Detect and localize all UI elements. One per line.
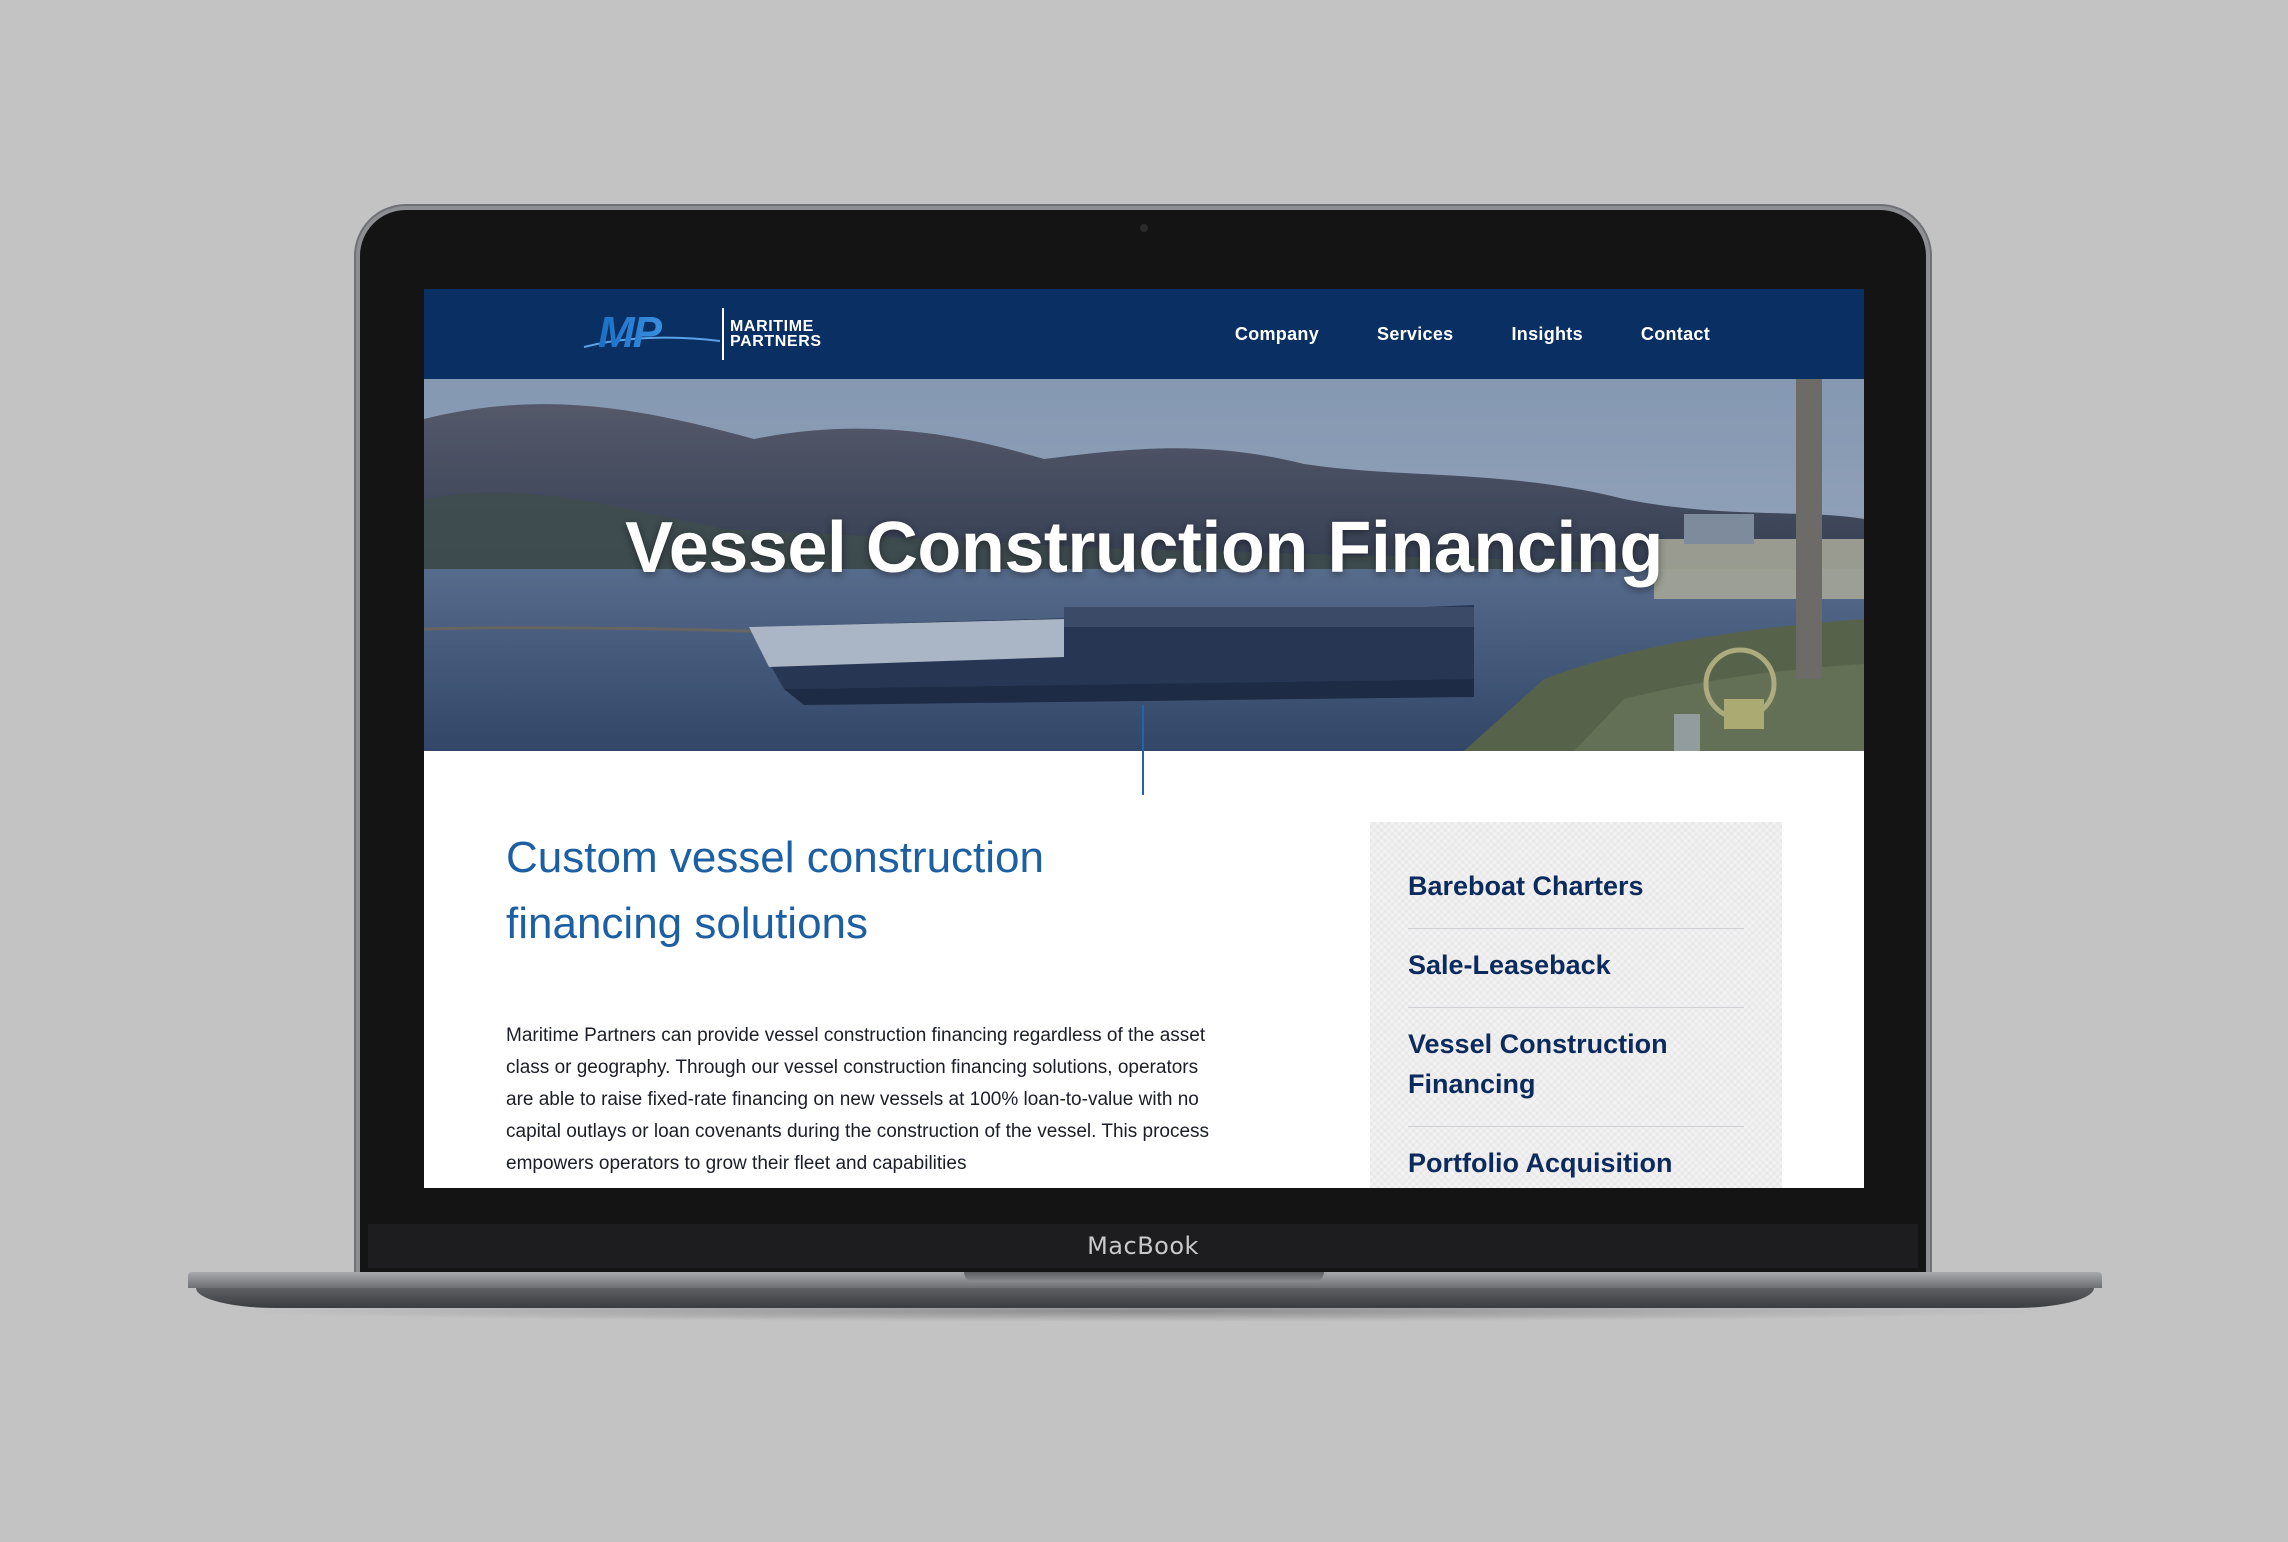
logo-mark-text: MP — [598, 308, 663, 357]
sidebar-item-portfolio-acquisition[interactable]: Portfolio Acquisition — [1408, 1127, 1744, 1188]
main-nav: Company Services Insights Contact — [1235, 289, 1710, 379]
logo-line-1: MARITIME — [730, 318, 814, 335]
site-header: MP MARITIME PARTNERS Company Services In… — [424, 289, 1864, 379]
nav-company[interactable]: Company — [1235, 324, 1319, 345]
sidebar-item-bareboat-charters[interactable]: Bareboat Charters — [1408, 822, 1744, 929]
content-body: Maritime Partners can provide vessel con… — [506, 1025, 1210, 1174]
sidebar-item-sale-leaseback[interactable]: Sale-Leaseback — [1408, 929, 1744, 1008]
logo-line-2: PARTNERS — [730, 333, 822, 350]
laptop-hinge-notch — [964, 1272, 1324, 1282]
services-sidebar: Bareboat Charters Sale-Leaseback Vessel … — [1370, 822, 1782, 1188]
nav-services[interactable]: Services — [1377, 324, 1453, 345]
camera-icon — [1140, 224, 1148, 232]
content-heading: Custom vessel construction financing sol… — [506, 833, 1044, 948]
hero-divider-line — [1142, 705, 1144, 795]
hero-banner: Vessel Construction Financing — [424, 379, 1864, 751]
sidebar-item-vessel-construction-financing[interactable]: Vessel Construction Financing — [1408, 1008, 1744, 1127]
device-label: MacBook — [368, 1224, 1918, 1268]
site-logo[interactable]: MP MARITIME PARTNERS — [582, 307, 822, 361]
laptop-screen: MP MARITIME PARTNERS Company Services In… — [424, 289, 1864, 1188]
laptop-base-bottom — [196, 1288, 2094, 1308]
hero-title: Vessel Construction Financing — [625, 508, 1663, 588]
logo-divider — [722, 308, 724, 360]
sidebar-list: Bareboat Charters Sale-Leaseback Vessel … — [1370, 822, 1782, 1188]
mp-logo-mark: MP — [583, 308, 721, 357]
nav-insights[interactable]: Insights — [1511, 324, 1582, 345]
logo-wordmark: MARITIME PARTNERS — [730, 318, 822, 350]
nav-contact[interactable]: Contact — [1641, 324, 1710, 345]
